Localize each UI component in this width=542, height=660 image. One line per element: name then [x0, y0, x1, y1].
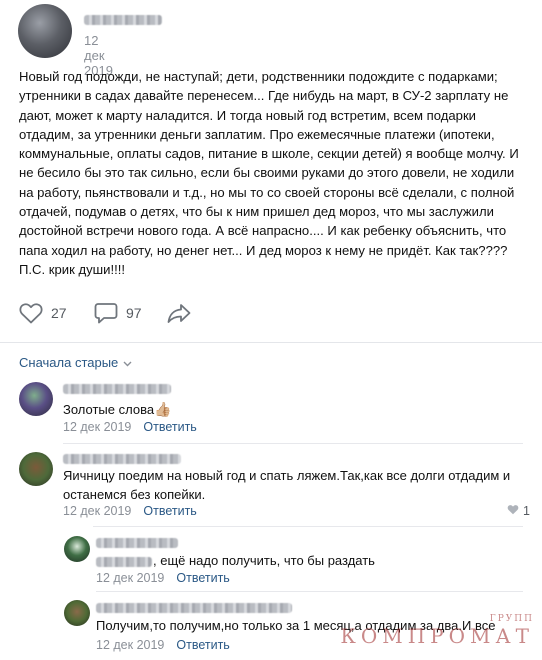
- reply-button[interactable]: Ответить: [176, 571, 229, 585]
- reply-button[interactable]: Ответить: [176, 638, 229, 652]
- comment-likes-count: 1: [523, 504, 530, 518]
- post-text: Новый год подожди, не наступай; дети, ро…: [19, 67, 524, 279]
- commenter-avatar[interactable]: [64, 600, 90, 626]
- share-arrow-icon: [166, 302, 192, 324]
- watermark-main: КОМПРОМАТ: [340, 624, 534, 648]
- comment-meta: 12 дек 2019 Ответить: [63, 420, 197, 434]
- commenter-avatar[interactable]: [19, 452, 53, 486]
- watermark-top: ГРУПП: [489, 614, 534, 624]
- reply-item: , ещё надо получить, что бы раздать 12 д…: [0, 534, 542, 590]
- comment-date[interactable]: 12 дек 2019: [96, 571, 164, 585]
- heart-icon: [19, 302, 43, 324]
- post-text-line: Новый год подожди, не наступай; дети, ро…: [19, 69, 498, 84]
- heart-icon: [507, 504, 519, 518]
- author-avatar[interactable]: [18, 4, 72, 58]
- commenter-avatar[interactable]: [19, 382, 53, 416]
- post-actions: 27 97: [19, 302, 519, 332]
- comment-meta: 12 дек 2019 Ответить: [63, 504, 197, 518]
- comment-bubble-icon: [94, 302, 118, 324]
- thumbs-up-icon: 👍🏼: [154, 401, 172, 417]
- watermark-logo: ГРУПП КОМПРОМАТ: [340, 614, 534, 648]
- commenter-name-blurred[interactable]: [96, 603, 292, 613]
- comment-text: , ещё надо получить, что бы раздать: [153, 553, 375, 568]
- post-text-line: коммунальные, оплаты садов, питание в шк…: [19, 146, 519, 162]
- comment-item: Золотые слова👍🏼 12 дек 2019 Ответить: [0, 380, 542, 440]
- post-text-line: не бесило бы это так сильно, если бы сво…: [19, 165, 515, 181]
- like-button[interactable]: 27: [19, 302, 67, 324]
- comment-meta: 12 дек 2019 Ответить: [96, 571, 230, 585]
- comments-sort-dropdown[interactable]: Сначала старые: [19, 355, 132, 370]
- post-text-line: на работу, пьянствовали и т.д., но мы то…: [19, 184, 515, 200]
- comment-date[interactable]: 12 дек 2019: [63, 420, 131, 434]
- share-button[interactable]: [166, 302, 192, 324]
- likes-count: 27: [51, 305, 67, 321]
- chevron-down-icon: [123, 355, 132, 370]
- reply-button[interactable]: Ответить: [143, 420, 196, 434]
- divider: [0, 342, 542, 343]
- comment-text: Яичницу поедим на новый год и спать ляже…: [63, 468, 511, 502]
- comment-date[interactable]: 12 дек 2019: [63, 504, 131, 518]
- author-name-blurred[interactable]: [84, 15, 162, 25]
- post-text-line: папа ходил на работу, но денег нет... И …: [19, 242, 508, 258]
- comment-like-button[interactable]: 1: [507, 504, 530, 518]
- commenter-name-blurred[interactable]: [63, 454, 181, 464]
- reply-to-name-blurred[interactable]: [96, 557, 152, 567]
- comment-date[interactable]: 12 дек 2019: [96, 638, 164, 652]
- post-text-line: дают, может к марту наладится. И тогда н…: [19, 107, 476, 123]
- comments-count: 97: [126, 305, 142, 321]
- post-text-line: утренники в садах давайте перенесем... Г…: [19, 88, 509, 104]
- commenter-name-blurred[interactable]: [96, 538, 178, 548]
- commenter-name-blurred[interactable]: [63, 384, 171, 394]
- post-text-line: П.С. крик души!!!!: [19, 261, 126, 277]
- comment-separator: [93, 526, 523, 527]
- comment-meta: 12 дек 2019 Ответить: [96, 638, 230, 652]
- post-text-line: достойной встречи нового года. А всё нап…: [19, 223, 507, 239]
- comment-separator: [63, 443, 523, 444]
- comment-button[interactable]: 97: [94, 302, 142, 324]
- commenter-avatar[interactable]: [64, 536, 90, 562]
- comment-separator: [96, 591, 523, 592]
- comment-text: Золотые слова👍🏼: [63, 401, 172, 417]
- reply-button[interactable]: Ответить: [143, 504, 196, 518]
- post-text-line: отдадим, за утренники деньги заплатим. П…: [19, 126, 495, 142]
- comment-item: Яичницу поедим на новый год и спать ляже…: [0, 450, 542, 522]
- post-text-line: отдачей, подумав о детях, что бы к ним п…: [19, 204, 494, 220]
- sort-label: Сначала старые: [19, 355, 119, 370]
